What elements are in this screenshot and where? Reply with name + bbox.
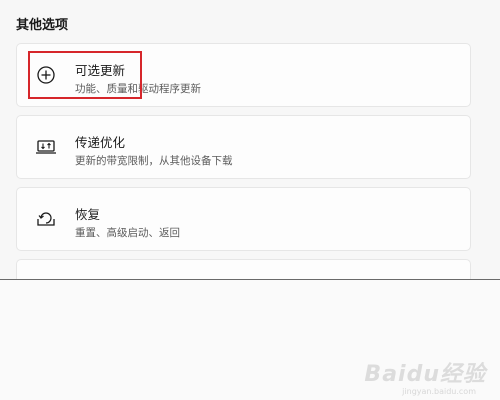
optional-updates-card[interactable]: 可选更新 功能、质量和驱动程序更新 [16, 43, 471, 107]
optional-updates-subtitle: 功能、质量和驱动程序更新 [75, 83, 201, 95]
recovery-title: 恢复 [75, 207, 101, 222]
plus-circle-icon [35, 64, 57, 86]
recovery-subtitle: 重置、高级启动、返回 [75, 227, 180, 239]
section-title: 其他选项 [16, 18, 69, 33]
watermark: Baidu经验 jingyan.baidu.com [364, 356, 486, 396]
delivery-optimization-card[interactable]: 传递优化 更新的带宽限制，从其他设备下载 [16, 115, 471, 179]
watermark-brand: Baidu经验 [364, 362, 486, 387]
recovery-card[interactable]: 恢复 重置、高级启动、返回 [16, 187, 471, 251]
delivery-optimization-subtitle: 更新的带宽限制，从其他设备下载 [75, 155, 233, 167]
delivery-optimization-icon [35, 136, 57, 158]
partial-card[interactable] [16, 259, 471, 279]
optional-updates-title: 可选更新 [75, 63, 126, 78]
watermark-url: jingyan.baidu.com [402, 387, 476, 396]
recovery-icon [35, 208, 57, 230]
delivery-optimization-title: 传递优化 [75, 135, 126, 150]
